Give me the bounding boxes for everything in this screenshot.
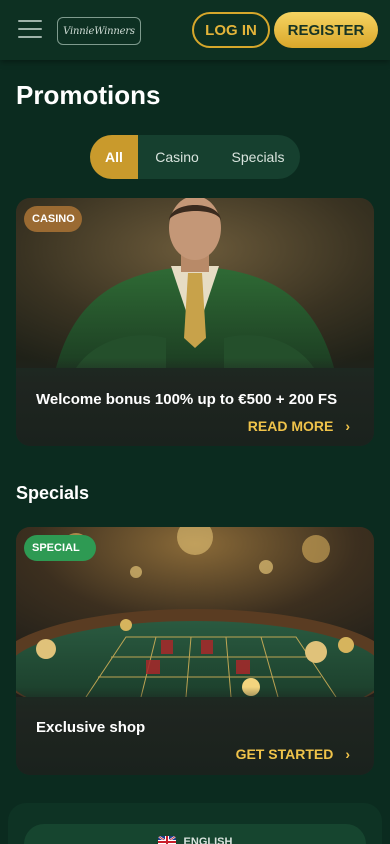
hamburger-menu-icon[interactable] [18,20,42,38]
chevron-right-icon: › [345,418,350,434]
promo-title: Welcome bonus 100% up to €500 + 200 FS [36,391,338,408]
promotion-filter-tabs: All Casino Specials [90,135,300,179]
tab-casino[interactable]: Casino [138,135,216,179]
language-label: ENGLISH [183,836,233,844]
register-button[interactable]: REGISTER [274,12,378,48]
tab-specials[interactable]: Specials [216,135,300,179]
get-started-link[interactable]: GET STARTED › [236,746,350,762]
read-more-label: READ MORE [247,418,334,434]
special-badge: SPECIAL [24,535,96,561]
top-header: VinnieWinners LOG IN REGISTER [0,0,390,60]
page-title: Promotions [16,80,161,110]
language-selector[interactable]: ENGLISH [24,824,366,844]
read-more-link[interactable]: READ MORE › [248,418,350,434]
casino-badge: CASINO [24,206,82,232]
promo-title: Exclusive shop [36,719,146,736]
promo-card-exclusive-shop[interactable]: SPECIAL Exclusive shop GET STARTED › [16,527,374,775]
promo-card-welcome-bonus[interactable]: CASINO Welcome bonus 100% up to €500 + 2… [16,198,374,446]
uk-flag-icon [157,836,176,844]
get-started-label: GET STARTED [235,746,334,762]
site-logo[interactable]: VinnieWinners [57,17,141,45]
tab-all[interactable]: All [90,135,138,179]
logo-text: VinnieWinners [63,25,135,37]
specials-section-title: Specials [16,483,90,503]
chevron-right-icon: › [345,746,350,762]
login-button[interactable]: LOG IN [192,12,270,48]
